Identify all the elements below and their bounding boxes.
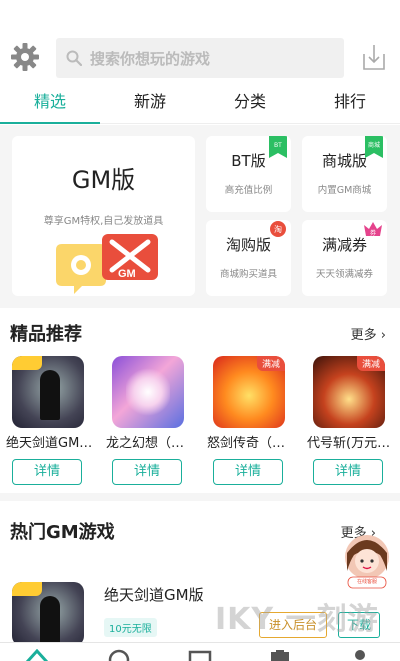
mall-badge-icon: 商城 (365, 136, 383, 158)
game-name-4: 代号斩(万元… (307, 436, 391, 451)
mall-card-subtitle: 内置GM商城 (317, 185, 372, 196)
svg-text:BT: BT (274, 143, 282, 149)
home-icon[interactable] (26, 649, 48, 661)
discount-tag-3: 满减 (256, 356, 285, 371)
discount-tag-4: 满减 (356, 356, 385, 371)
search-icon (66, 50, 82, 66)
game-details-button-3[interactable]: 详情 (213, 459, 283, 485)
gm-card-title: GM版 (71, 166, 136, 194)
chevron-right-icon: › (380, 328, 386, 343)
bt-version-card[interactable]: BT版 高充值比例 BT (206, 136, 291, 212)
game-icon-4: 满减 (313, 356, 385, 428)
purchase-card-subtitle: 商城购买道具 (219, 269, 277, 280)
hot-gm-heading: 热门GM游戏 (10, 522, 115, 543)
shopping-bag-icon: 淘 (270, 221, 286, 237)
recommended-heading: 精品推荐 (10, 324, 82, 345)
tab-bar: 精选 新游 分类 排行 (0, 82, 400, 124)
download-icon[interactable] (361, 42, 387, 72)
tab-rankings[interactable]: 排行 (300, 82, 400, 123)
gm-card-subtitle: 尊享GM特权,自己发放道具 (43, 216, 164, 227)
gm-version-card[interactable]: GM版 尊享GM特权,自己发放道具 GM (12, 136, 195, 296)
game-name-2: 龙之幻想（… (106, 436, 185, 451)
game-name-1: 绝天剑道GM… (6, 436, 93, 451)
tab-categories[interactable]: 分类 (200, 82, 300, 123)
coupon-card[interactable]: 满减券 天天领满减券 券 (302, 220, 387, 296)
crown-icon: 券 (364, 222, 382, 237)
top-bar: 搜索你想玩的游戏 (0, 0, 400, 82)
game-icon-2 (112, 356, 184, 428)
hot-game-badge: 10元无限 (104, 618, 157, 637)
avatar-label: 在线客服 (356, 579, 377, 585)
recommended-header: 精品推荐 更多 › (0, 316, 400, 352)
gm-tools-illustration: GM (56, 234, 158, 294)
svg-text:商城: 商城 (368, 141, 380, 149)
coupon-card-subtitle: 天天领满减券 (315, 269, 373, 280)
recommended-more-link[interactable]: 更多 › (351, 324, 386, 343)
gear-icon[interactable] (10, 42, 40, 72)
game-name-3: 怒剑传奇（… (207, 436, 286, 451)
game-details-button-4[interactable]: 详情 (313, 459, 383, 485)
tab-new-games[interactable]: 新游 (100, 82, 200, 123)
discover-icon[interactable] (108, 649, 130, 661)
profile-icon[interactable] (352, 649, 368, 661)
section-divider (0, 493, 400, 501)
bottom-nav (0, 642, 400, 661)
hot-game-name: 绝天剑道GM版 (104, 586, 204, 604)
tab-featured[interactable]: 精选 (0, 82, 100, 124)
video-icon[interactable] (188, 649, 212, 661)
game-details-button-2[interactable]: 详情 (112, 459, 182, 485)
search-placeholder: 搜索你想玩的游戏 (90, 49, 211, 68)
hot-gm-header: 热门GM游戏 更多 › (0, 514, 400, 550)
clipboard-icon[interactable] (268, 649, 292, 661)
svg-text:淘: 淘 (274, 224, 282, 234)
bt-badge-icon: BT (269, 136, 287, 158)
mall-version-card[interactable]: 商城版 内置GM商城 商城 (302, 136, 387, 212)
game-icon-3: 满减 (213, 356, 285, 428)
game-icon-1 (12, 356, 84, 428)
game-details-button-1[interactable]: 详情 (12, 459, 82, 485)
purchase-version-card[interactable]: 淘购版 商城购买道具 淘 (206, 220, 291, 296)
search-input[interactable]: 搜索你想玩的游戏 (56, 38, 344, 78)
hot-game-icon (12, 582, 84, 646)
customer-service-avatar[interactable]: 在线客服 (344, 531, 390, 589)
gm-art-text: GM (118, 268, 136, 280)
svg-text:券: 券 (370, 229, 376, 237)
bt-card-subtitle: 高充值比例 (224, 185, 273, 196)
